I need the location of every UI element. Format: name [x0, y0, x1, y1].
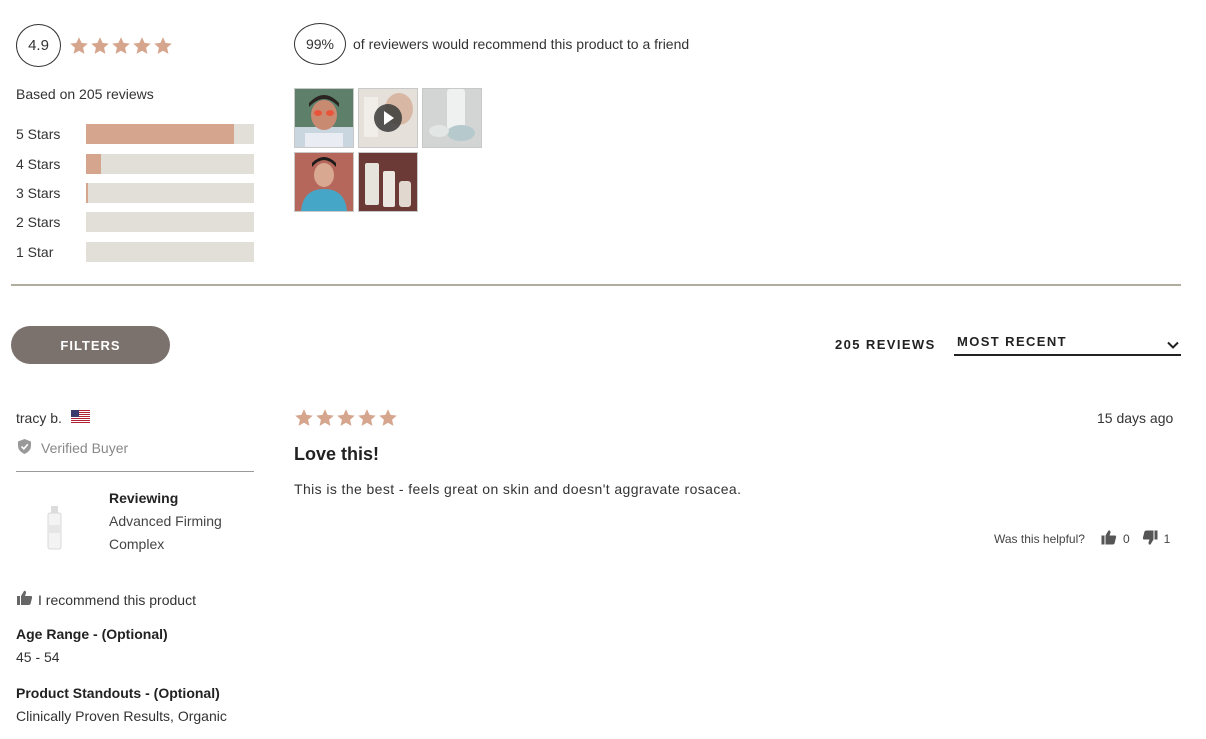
distribution-label: 1 Star [16, 244, 54, 260]
question-answer: Clinically Proven Results, Organic [16, 708, 227, 724]
chevron-down-icon [1167, 338, 1179, 353]
review-title: Love this! [294, 444, 380, 464]
us-flag-icon [70, 410, 90, 426]
review-stars [294, 408, 398, 428]
distribution-bar [86, 212, 254, 232]
photo-thumbnail[interactable] [422, 88, 482, 148]
distribution-bar [86, 242, 254, 262]
star-icon [133, 37, 151, 54]
vote-down-count: 1 [1163, 532, 1171, 546]
distribution-label: 2 Stars [16, 214, 61, 230]
recommend-label: I recommend this product [38, 591, 196, 608]
recommend-percent-badge: 99% [294, 23, 346, 65]
recommend-indicator: I recommend this product [16, 590, 196, 609]
star-icon [112, 37, 130, 54]
helpful-votes: Was this helpful? 0 1 [994, 530, 1170, 548]
distribution-bar-fill [86, 183, 88, 203]
question-answer: 45 - 54 [16, 649, 60, 665]
photo-thumbnail[interactable] [294, 88, 354, 148]
thumbs-down-icon [1142, 530, 1158, 548]
reviewer-info: tracy b. [16, 410, 90, 426]
reviewing-label: Reviewing [109, 490, 179, 506]
thumbs-up-icon [1101, 530, 1117, 548]
distribution-bar-fill [86, 154, 102, 174]
section-divider [11, 284, 1181, 286]
average-rating-value: 4.9 [28, 37, 49, 54]
product-image [44, 505, 68, 556]
shield-check-icon [16, 438, 33, 458]
vote-up-count: 0 [1122, 532, 1130, 546]
sort-selected-value: MOST RECENT [957, 334, 1068, 349]
sort-select[interactable]: MOST RECENT [954, 334, 1181, 356]
average-stars [69, 36, 173, 56]
average-rating-badge: 4.9 [16, 24, 61, 67]
verified-label: Verified Buyer [41, 440, 129, 456]
rating-distribution-row[interactable]: 5 Stars [16, 124, 254, 144]
reviewed-product-name[interactable]: Advanced Firming Complex [109, 510, 249, 556]
recommend-summary-text: of reviewers would recommend this produc… [353, 36, 690, 52]
distribution-bar [86, 154, 254, 174]
rating-distribution-row[interactable]: 1 Star [16, 242, 254, 262]
thumbs-up-icon [16, 590, 33, 609]
star-icon [70, 37, 88, 54]
verified-buyer: Verified Buyer [16, 438, 128, 458]
filters-button[interactable]: FILTERS [11, 326, 170, 364]
distribution-label: 3 Stars [16, 185, 61, 201]
rating-distribution-row[interactable]: 4 Stars [16, 154, 254, 174]
star-icon [295, 409, 313, 426]
distribution-bar [86, 183, 254, 203]
photo-thumbnail[interactable] [294, 152, 354, 212]
recommend-percent-value: 99% [305, 36, 335, 52]
distribution-bar-fill [86, 124, 234, 144]
question-label: Product Standouts - (Optional) [16, 685, 220, 701]
star-icon [379, 409, 397, 426]
review-body: This is the best - feels great on skin a… [294, 481, 742, 497]
star-icon [316, 409, 334, 426]
review-count: 205 REVIEWS [835, 337, 936, 352]
distribution-label: 5 Stars [16, 126, 61, 142]
helpful-label: Was this helpful? [994, 532, 1085, 546]
review-date: 15 days ago [1097, 410, 1174, 426]
vote-down-button[interactable]: 1 [1142, 530, 1171, 548]
vote-up-button[interactable]: 0 [1101, 530, 1130, 548]
photo-thumbnail[interactable] [358, 152, 418, 212]
rating-distribution-row[interactable]: 2 Stars [16, 212, 254, 232]
star-icon [91, 37, 109, 54]
rating-distribution-row[interactable]: 3 Stars [16, 183, 254, 203]
star-icon [337, 409, 355, 426]
star-icon [358, 409, 376, 426]
distribution-bar [86, 124, 254, 144]
star-icon [154, 37, 172, 54]
question-label: Age Range - (Optional) [16, 626, 168, 642]
sidebar-divider [16, 471, 254, 472]
question-age-range: Age Range - (Optional) 45 - 54 [16, 626, 168, 665]
reviewer-name: tracy b. [16, 410, 62, 426]
based-on-text: Based on 205 reviews [16, 86, 154, 102]
video-thumbnail[interactable] [358, 88, 418, 148]
question-product-standouts: Product Standouts - (Optional) Clinicall… [16, 685, 227, 724]
distribution-label: 4 Stars [16, 156, 61, 172]
